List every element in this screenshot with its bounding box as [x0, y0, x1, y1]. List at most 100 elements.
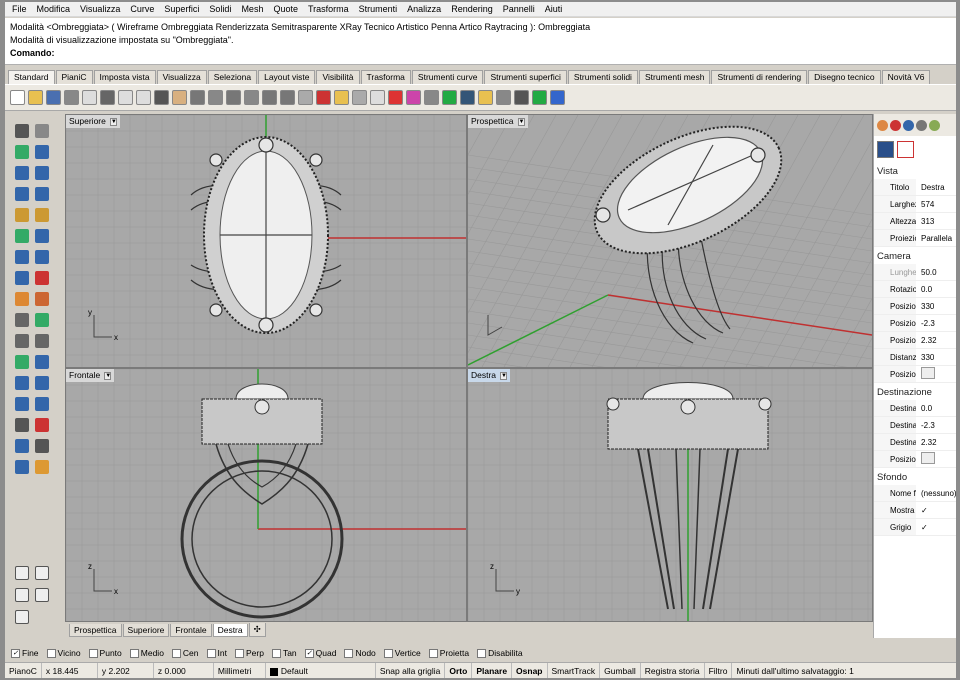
- lock-icon[interactable]: [388, 90, 403, 105]
- offset-icon[interactable]: [35, 208, 49, 222]
- rendered-icon[interactable]: [442, 90, 457, 105]
- tab-strumenti-curve[interactable]: Strumenti curve: [411, 70, 484, 84]
- property-value[interactable]: ✓: [916, 506, 956, 515]
- cut-icon[interactable]: [100, 90, 115, 105]
- layout-icon[interactable]: [35, 588, 49, 602]
- polyline-icon[interactable]: [15, 145, 29, 159]
- checkbox[interactable]: [171, 648, 181, 658]
- zoom-icon[interactable]: [208, 90, 223, 105]
- status-gumball[interactable]: Gumball: [600, 663, 641, 678]
- viewport-front[interactable]: Frontale ▼ z x: [66, 369, 466, 621]
- osnap-cen[interactable]: Cen: [171, 648, 199, 658]
- undo-view-icon[interactable]: [280, 90, 295, 105]
- property-value[interactable]: 0.0: [916, 404, 956, 413]
- trim-icon[interactable]: [35, 313, 49, 327]
- sphere-icon[interactable]: [15, 250, 29, 264]
- tab-novit-v6[interactable]: Novità V6: [881, 70, 931, 84]
- menu-item-analizza[interactable]: Analizza: [402, 4, 446, 14]
- property-value[interactable]: 313: [916, 217, 956, 226]
- menu-item-trasforma[interactable]: Trasforma: [303, 4, 354, 14]
- gumball-icon[interactable]: [35, 566, 49, 580]
- circle-icon[interactable]: [15, 166, 29, 180]
- checkbox[interactable]: ✓: [304, 648, 314, 658]
- viewport-tab-prospettica[interactable]: Prospettica: [69, 623, 122, 637]
- checkbox[interactable]: [46, 648, 56, 658]
- grid-icon[interactable]: [514, 90, 529, 105]
- dimension-icon[interactable]: [35, 376, 49, 390]
- menu-item-pannelli[interactable]: Pannelli: [498, 4, 540, 14]
- chevron-down-icon[interactable]: ▼: [517, 117, 525, 126]
- status-ortho[interactable]: Orto: [445, 663, 473, 678]
- menu-item-mesh[interactable]: Mesh: [236, 4, 268, 14]
- rotate-view-icon[interactable]: [190, 90, 205, 105]
- ellipse-icon[interactable]: [15, 187, 29, 201]
- text-icon[interactable]: [15, 376, 29, 390]
- status-plane[interactable]: PianoC: [5, 663, 42, 678]
- chevron-down-icon[interactable]: ▼: [500, 371, 508, 380]
- osnap-perp[interactable]: Perp: [234, 648, 264, 658]
- more-icon[interactable]: [15, 610, 29, 624]
- boolean-icon[interactable]: [35, 334, 49, 348]
- property-value[interactable]: Destra: [916, 183, 956, 192]
- material-icon[interactable]: [890, 119, 901, 131]
- tab-strumenti-solidi[interactable]: Strumenti solidi: [567, 70, 638, 84]
- viewport-tab-destra[interactable]: Destra: [212, 623, 248, 637]
- checkbox[interactable]: [234, 648, 244, 658]
- group-icon[interactable]: [15, 334, 29, 348]
- explode-icon[interactable]: [35, 292, 49, 306]
- property-value[interactable]: 2.32: [916, 438, 956, 447]
- checkbox[interactable]: [344, 648, 354, 658]
- join-icon[interactable]: [15, 313, 29, 327]
- osnap-medio[interactable]: Medio: [129, 648, 164, 658]
- property-value[interactable]: -2.3: [916, 319, 956, 328]
- properties-icon[interactable]: [352, 90, 367, 105]
- property-value[interactable]: 574: [916, 200, 956, 209]
- zoom-selected-icon[interactable]: [262, 90, 277, 105]
- chevron-down-icon[interactable]: ▼: [104, 371, 112, 380]
- import-icon[interactable]: [82, 90, 97, 105]
- object-properties-icon[interactable]: [897, 140, 914, 158]
- solid-edit-icon[interactable]: [35, 271, 49, 285]
- undo-icon[interactable]: [154, 90, 169, 105]
- display-icon[interactable]: [929, 119, 940, 131]
- tab-trasforma[interactable]: Trasforma: [360, 70, 411, 84]
- menu-item-rendering[interactable]: Rendering: [446, 4, 498, 14]
- history-icon[interactable]: [15, 588, 29, 602]
- checkbox[interactable]: [383, 648, 393, 658]
- tab-layout-viste[interactable]: Layout viste: [258, 70, 316, 84]
- car-icon[interactable]: [316, 90, 331, 105]
- curve-icon[interactable]: [35, 145, 49, 159]
- osnap-proietta[interactable]: Proietta: [428, 648, 469, 658]
- point-icon[interactable]: [35, 124, 49, 138]
- property-value[interactable]: 2.32: [916, 336, 956, 345]
- property-value[interactable]: ✓: [916, 523, 956, 532]
- sun-icon[interactable]: [478, 90, 493, 105]
- surface-icon[interactable]: [15, 229, 29, 243]
- viewport-right[interactable]: Destra ▼ z y: [468, 369, 872, 621]
- menu-item-solidi[interactable]: Solidi: [204, 4, 236, 14]
- viewport-front-header[interactable]: Frontale ▼: [66, 369, 115, 382]
- osnap-disabilita[interactable]: Disabilita: [477, 648, 523, 658]
- menu-item-quote[interactable]: Quote: [268, 4, 303, 14]
- property-value[interactable]: 330: [916, 353, 956, 362]
- fillet-curve-icon[interactable]: [15, 208, 29, 222]
- osnap-fine[interactable]: ✓ Fine: [11, 648, 39, 658]
- status-history[interactable]: Registra storia: [641, 663, 705, 678]
- color-icon[interactable]: [406, 90, 421, 105]
- render-icon[interactable]: [532, 90, 547, 105]
- new-file-icon[interactable]: [10, 90, 25, 105]
- pan-icon[interactable]: [172, 90, 187, 105]
- viewport-right-header[interactable]: Destra ▼: [468, 369, 511, 382]
- property-value[interactable]: 0.0: [916, 285, 956, 294]
- target-position-button[interactable]: [921, 452, 935, 464]
- checkbox[interactable]: [88, 648, 98, 658]
- viewport-tab-frontale[interactable]: Frontale: [170, 623, 212, 637]
- layers-icon[interactable]: [334, 90, 349, 105]
- lightbulb-icon[interactable]: [370, 90, 385, 105]
- tab-strumenti-di-rendering[interactable]: Strumenti di rendering: [711, 70, 808, 84]
- property-value[interactable]: 330: [916, 302, 956, 311]
- shaded-icon[interactable]: [424, 90, 439, 105]
- checkbox[interactable]: ✓: [11, 648, 20, 658]
- tab-seleziona[interactable]: Seleziona: [207, 70, 258, 84]
- menu-item-aiuti[interactable]: Aiuti: [540, 4, 568, 14]
